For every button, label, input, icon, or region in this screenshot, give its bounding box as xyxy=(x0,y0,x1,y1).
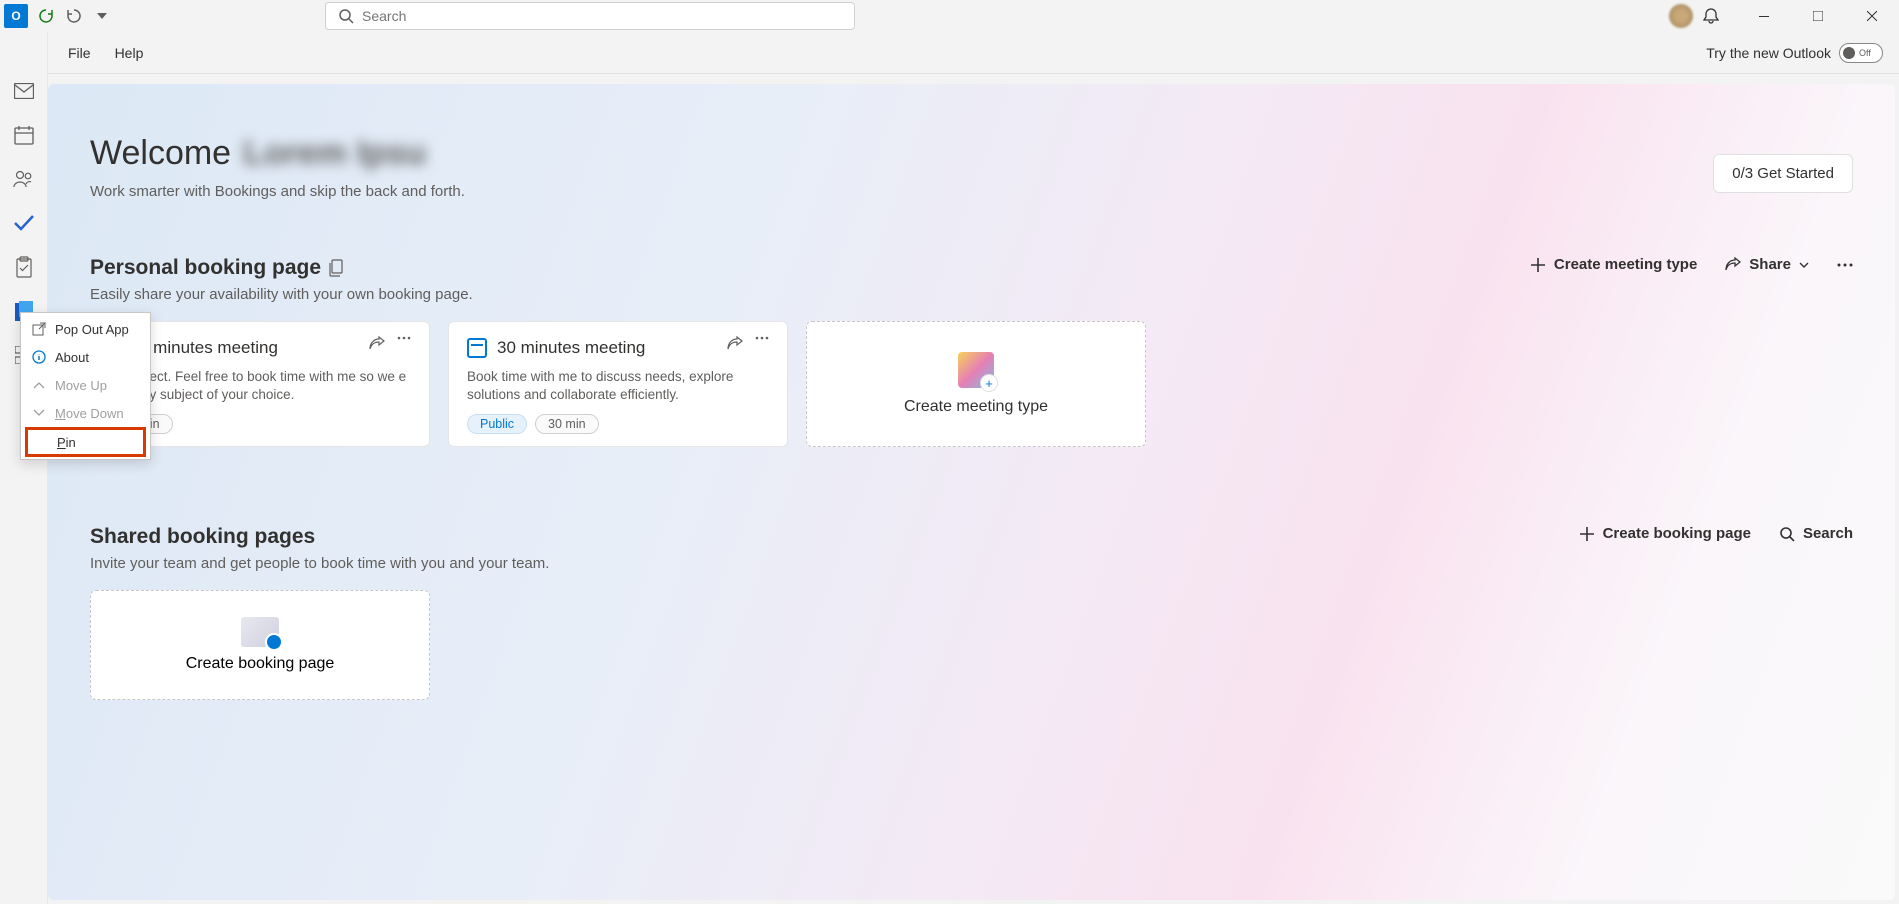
left-rail xyxy=(0,32,48,904)
plus-icon xyxy=(1530,257,1546,273)
try-new-outlook: Try the new Outlook Off xyxy=(1706,43,1883,63)
avatar[interactable] xyxy=(1669,4,1693,28)
create-meeting-type-button[interactable]: Create meeting type xyxy=(1530,256,1697,273)
more-actions-button[interactable] xyxy=(1837,263,1853,267)
get-started-button[interactable]: 0/3 Get Started xyxy=(1713,154,1853,193)
main-content: Welcome Lorem Ipsu Work smarter with Boo… xyxy=(48,84,1895,900)
more-icon xyxy=(1837,263,1853,267)
card-title: 5 minutes meeting xyxy=(139,338,278,358)
popout-icon xyxy=(31,321,47,337)
title-right xyxy=(1669,0,1895,32)
plus-icon xyxy=(1579,526,1595,542)
share-button[interactable]: Share xyxy=(1725,256,1809,273)
card-description: o connect. Feel free to book time with m… xyxy=(109,368,411,404)
title-bar: O xyxy=(0,0,1899,32)
ctx-movedown: Move Down xyxy=(21,399,150,427)
menu-bar: File Help Try the new Outlook Off xyxy=(0,32,1899,74)
mail-icon[interactable] xyxy=(13,80,35,102)
try-new-outlook-toggle[interactable]: Off xyxy=(1839,43,1883,63)
card-title: 30 minutes meeting xyxy=(497,338,645,358)
up-icon xyxy=(31,377,47,393)
copy-icon[interactable] xyxy=(329,259,345,277)
personal-cards-row: 5 minutes meeting o connect. Feel free t… xyxy=(90,321,1853,447)
welcome-username: Lorem Ipsu xyxy=(243,134,426,173)
customize-dropdown-icon[interactable] xyxy=(92,6,112,26)
create-booking-page-card[interactable]: Create booking page xyxy=(90,590,430,700)
card-share-icon[interactable] xyxy=(369,336,387,354)
calendar-icon[interactable] xyxy=(13,124,35,146)
card-more-icon[interactable] xyxy=(755,336,773,354)
card-share-icon[interactable] xyxy=(727,336,745,354)
ctx-moveup: Move Up xyxy=(21,371,150,399)
meeting-card-30min[interactable]: 30 minutes meeting Book time with me to … xyxy=(448,321,788,447)
undo-icon[interactable] xyxy=(64,6,84,26)
menu-file[interactable]: File xyxy=(56,39,103,67)
personal-section-title: Personal booking page xyxy=(90,256,473,280)
context-menu: Pop Out App About Move Up Move Down Pin xyxy=(20,312,151,460)
todo-icon[interactable] xyxy=(13,212,35,234)
ctx-about[interactable]: About xyxy=(21,343,150,371)
toggle-state-label: Off xyxy=(1859,48,1871,58)
create-booking-label: Create booking page xyxy=(186,655,335,673)
refresh-icon[interactable] xyxy=(36,6,56,26)
blank-icon xyxy=(33,434,49,450)
shared-section-title: Shared booking pages xyxy=(90,525,549,549)
create-booking-icon xyxy=(241,617,279,647)
page-title: Welcome Lorem Ipsu xyxy=(90,134,465,173)
create-meeting-type-card[interactable]: Create meeting type xyxy=(806,321,1146,447)
shared-section-subtitle: Invite your team and get people to book … xyxy=(90,555,549,572)
create-card-label: Create meeting type xyxy=(904,398,1048,416)
search-box[interactable] xyxy=(325,2,855,30)
create-booking-page-button[interactable]: Create booking page xyxy=(1579,525,1751,542)
search-input[interactable] xyxy=(362,8,842,24)
public-tag: Public xyxy=(467,414,527,434)
welcome-prefix: Welcome xyxy=(90,134,231,173)
close-button[interactable] xyxy=(1849,0,1895,32)
info-icon xyxy=(31,349,47,365)
maximize-button[interactable] xyxy=(1795,0,1841,32)
down-icon xyxy=(31,405,47,421)
welcome-subtitle: Work smarter with Bookings and skip the … xyxy=(90,183,465,200)
menu-help[interactable]: Help xyxy=(103,39,156,67)
minimize-button[interactable] xyxy=(1741,0,1787,32)
outlook-logo: O xyxy=(4,4,28,28)
toggle-knob xyxy=(1843,47,1855,59)
personal-section-head: Personal booking page Easily share your … xyxy=(90,256,1853,303)
chevron-down-icon xyxy=(1799,262,1809,268)
search-icon xyxy=(338,8,354,24)
shared-section-head: Shared booking pages Invite your team an… xyxy=(90,525,1853,572)
card-description: Book time with me to discuss needs, expl… xyxy=(467,368,769,404)
share-icon xyxy=(1725,257,1741,273)
people-icon[interactable] xyxy=(13,168,35,190)
ctx-pin[interactable]: Pin xyxy=(27,429,144,455)
duration-tag: 30 min xyxy=(535,414,599,434)
personal-section-subtitle: Easily share your availability with your… xyxy=(90,286,473,303)
create-meeting-icon xyxy=(958,352,994,388)
calendar-small-icon xyxy=(467,338,487,358)
search-icon xyxy=(1779,526,1795,542)
try-new-outlook-label: Try the new Outlook xyxy=(1706,45,1831,61)
notification-icon[interactable] xyxy=(1701,6,1721,26)
card-more-icon[interactable] xyxy=(397,336,415,354)
welcome-block: Welcome Lorem Ipsu Work smarter with Boo… xyxy=(90,134,465,200)
title-left: O xyxy=(0,4,112,28)
ctx-popout[interactable]: Pop Out App xyxy=(21,315,150,343)
search-booking-button[interactable]: Search xyxy=(1779,525,1853,542)
clipboard-icon[interactable] xyxy=(13,256,35,278)
